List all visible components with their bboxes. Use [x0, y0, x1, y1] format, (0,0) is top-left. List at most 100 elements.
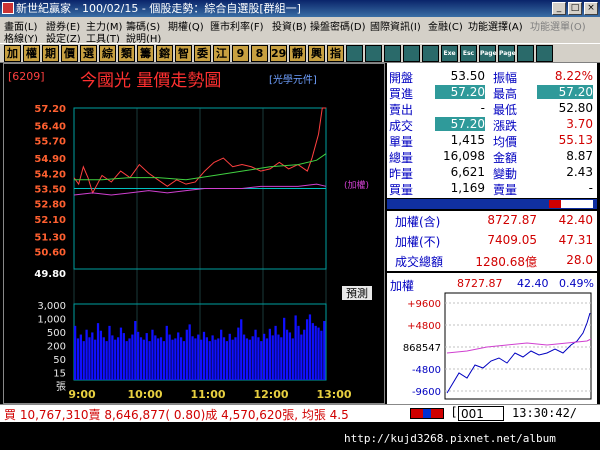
volume-bar: [294, 315, 297, 380]
index-value: 1280.68億: [475, 255, 537, 269]
minimize-button[interactable]: _: [552, 2, 566, 15]
volume-bar: [265, 338, 269, 380]
volume-bar: [74, 325, 77, 380]
toolbar-button[interactable]: 29: [270, 45, 287, 62]
quote-value: 1,415: [450, 133, 485, 147]
menu-item[interactable]: 功能選單(O): [530, 18, 586, 33]
toolbar-button[interactable]: [422, 45, 439, 62]
volume-bar: [125, 341, 128, 380]
volume-bar: [257, 337, 260, 380]
toolbar-button[interactable]: 籌: [137, 45, 154, 62]
volume-bar: [131, 334, 134, 380]
toolbar-button[interactable]: 類: [118, 45, 135, 62]
quote-label-2: 最高: [493, 87, 518, 101]
toolbar-button[interactable]: [346, 45, 363, 62]
quote-value-2: -: [588, 181, 593, 195]
index-change: 47.31: [558, 233, 593, 247]
volume-bar: [174, 338, 177, 380]
maximize-button[interactable]: □: [568, 2, 582, 15]
toolbar-button[interactable]: 9: [232, 45, 249, 62]
watermark: http://kujd3268.pixnet.net/album: [344, 432, 556, 445]
toolbar-button[interactable]: 興: [308, 45, 325, 62]
menu-item[interactable]: 金融(C): [428, 18, 463, 33]
chart-pane: [6209] 今國光 量價走勢圖 [光學元件] 57.20 56.40 55.70 5…: [3, 63, 385, 404]
time-tick: 9:00: [68, 388, 96, 401]
price-tick: 52.80: [34, 200, 66, 211]
price-volume-chart: 57.20 56.40 55.70 54.90 54.20 53.50 52.80 52.10…: [34, 104, 372, 401]
menu-item[interactable]: 國際資訊(I): [370, 18, 421, 33]
toolbar-button[interactable]: 指: [327, 45, 344, 62]
volume-bar: [191, 336, 194, 380]
toolbar-button[interactable]: 加: [4, 45, 21, 62]
volume-bar: [111, 335, 114, 380]
volume-bar: [260, 341, 263, 380]
toolbar-button[interactable]: 鎔: [156, 45, 173, 62]
close-button[interactable]: ×: [584, 2, 598, 15]
quote-label: 總量: [389, 151, 414, 165]
menu-item[interactable]: 功能選擇(A): [468, 18, 523, 33]
toolbar-button[interactable]: [536, 45, 553, 62]
toolbar-button[interactable]: 期: [42, 45, 59, 62]
toolbar-button[interactable]: Esc: [460, 45, 477, 62]
toolbar-button[interactable]: 江: [213, 45, 230, 62]
toolbar-button[interactable]: 8: [251, 45, 268, 62]
toolbar-button[interactable]: 綜: [99, 45, 116, 62]
volume-bar: [305, 319, 309, 380]
toolbar-button[interactable]: Page: [498, 45, 516, 62]
quote-label-2: 均價: [493, 135, 518, 149]
toolbar-button[interactable]: [517, 45, 534, 62]
quote-label-2: 振幅: [493, 71, 518, 85]
index-change: 42.40: [558, 213, 593, 227]
menu-item[interactable]: 投資(B): [272, 18, 307, 33]
volume-bar: [251, 336, 254, 380]
toolbar-button[interactable]: 智: [175, 45, 192, 62]
quote-value: 1,169: [450, 181, 485, 195]
clock: 13:30:42/: [512, 406, 578, 420]
menu-item[interactable]: 匯市利率(F): [210, 18, 264, 33]
toolbar-button[interactable]: 靜: [289, 45, 306, 62]
volume-bar: [145, 333, 148, 380]
quote-value: 6,621: [450, 165, 485, 179]
menu-item[interactable]: 期權(Q): [168, 18, 204, 33]
toolbar-button[interactable]: Exe: [441, 45, 458, 62]
volume-bar: [283, 317, 286, 380]
quote-row: 開盤 53.50 振幅 8.22%: [387, 69, 597, 85]
price-tick: 53.50: [34, 185, 66, 196]
volume-tick: 張: [56, 381, 66, 393]
quote-label: 成交: [389, 119, 414, 133]
volume-bar: [231, 339, 234, 380]
quote-row: 賣出 - 最低 52.80: [387, 101, 597, 117]
stock-input[interactable]: 001: [458, 406, 504, 421]
volume-bar: [122, 333, 125, 380]
index-row: 成交總額 1280.68億 28.0: [387, 253, 597, 273]
volume-bar: [134, 321, 137, 380]
price-tick: 51.30: [34, 232, 66, 243]
toolbar-button[interactable]: [403, 45, 420, 62]
toolbar-button[interactable]: 權: [23, 45, 40, 62]
toolbar-button[interactable]: 選: [80, 45, 97, 62]
quote-value: 53.50: [450, 69, 485, 83]
index-row: 加權(含) 8727.87 42.40: [387, 213, 597, 233]
volume-bar: [182, 341, 186, 380]
volume-bar: [188, 324, 191, 380]
quote-value-2: 55.13: [558, 133, 593, 147]
volume-bar: [222, 337, 226, 380]
volume-bar: [240, 319, 243, 380]
volume-bar: [271, 335, 274, 380]
toolbar-button[interactable]: 價: [61, 45, 78, 62]
toolbar-button[interactable]: 委: [194, 45, 211, 62]
menu-item[interactable]: 操盤密碼(D): [310, 18, 366, 33]
toolbar-button[interactable]: [384, 45, 401, 62]
volume-bar: [157, 338, 160, 380]
index-tag: (加權): [344, 179, 369, 191]
bottom-strip: http://kujd3268.pixnet.net/album: [0, 422, 600, 450]
volume-bar: [148, 341, 151, 380]
index-panel: 加權(含) 8727.87 42.40 加權(不) 7409.05 47.31 成交…: [387, 211, 597, 271]
volume-bar: [142, 339, 145, 380]
quote-value-2: 3.70: [566, 117, 593, 131]
index-value: 7409.05: [487, 233, 537, 247]
toolbar-button[interactable]: Page: [479, 45, 497, 62]
volume-bar: [303, 329, 306, 380]
volume-bar: [171, 339, 174, 380]
toolbar-button[interactable]: [365, 45, 382, 62]
